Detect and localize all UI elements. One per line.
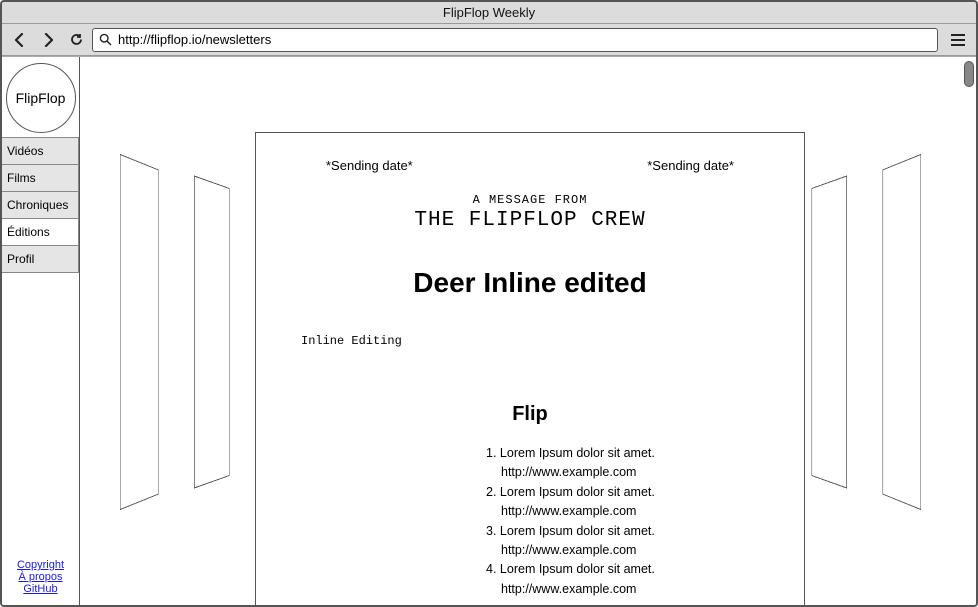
browser-window: FlipFlop Weekly FlipFlop Vidéos Films C: [0, 0, 978, 607]
list-item: 2. Lorem Ipsum dolor sit amet.: [486, 483, 764, 502]
carousel-panel-right-near[interactable]: [812, 175, 847, 488]
nav-item-editions[interactable]: Éditions: [2, 219, 79, 246]
carousel-panel-left-far[interactable]: [120, 154, 159, 510]
footer-link-github[interactable]: GitHub: [5, 583, 76, 595]
window-title: FlipFlop Weekly: [2, 2, 976, 24]
sidebar: FlipFlop Vidéos Films Chroniques Édition…: [2, 57, 80, 605]
logo[interactable]: FlipFlop: [6, 63, 76, 133]
address-bar[interactable]: [92, 28, 938, 52]
nav-item-profil[interactable]: Profil: [2, 246, 79, 273]
footer-link-about[interactable]: À propos: [5, 571, 76, 583]
reload-button[interactable]: [64, 28, 88, 52]
page-content: FlipFlop Vidéos Films Chroniques Édition…: [2, 56, 976, 605]
footer-link-copyright[interactable]: Copyright: [5, 559, 76, 571]
carousel-panel-left-near[interactable]: [194, 175, 229, 488]
newsletter-title[interactable]: Deer Inline edited: [296, 267, 764, 299]
hamburger-menu-button[interactable]: [946, 28, 970, 52]
list-item-url[interactable]: http://www.example.com: [486, 580, 764, 599]
sending-date-row: *Sending date* *Sending date*: [296, 158, 764, 173]
back-button[interactable]: [8, 28, 32, 52]
list-item-url[interactable]: http://www.example.com: [486, 463, 764, 482]
url-input[interactable]: [118, 32, 931, 47]
list-item: 4. Lorem Ipsum dolor sit amet.: [486, 560, 764, 579]
list-item-url[interactable]: http://www.example.com: [486, 502, 764, 521]
carousel-panel-right-far[interactable]: [883, 154, 922, 510]
message-from-label: A MESSAGE FROM: [296, 193, 764, 207]
forward-button[interactable]: [36, 28, 60, 52]
list-item: 1. Lorem Ipsum dolor sit amet.: [486, 444, 764, 463]
newsletter-card: *Sending date* *Sending date* A MESSAGE …: [255, 132, 805, 605]
crew-line: THE FLIPFLOP CREW: [296, 209, 764, 232]
browser-toolbar: [2, 24, 976, 56]
main-area: *Sending date* *Sending date* A MESSAGE …: [80, 57, 976, 605]
nav-item-chroniques[interactable]: Chroniques: [2, 192, 79, 219]
nav-item-films[interactable]: Films: [2, 165, 79, 192]
footer-links: Copyright À propos GitHub: [2, 553, 79, 605]
scrollbar[interactable]: [964, 61, 974, 601]
flip-list: 1. Lorem Ipsum dolor sit amet. http://ww…: [296, 444, 764, 599]
sending-date-right: *Sending date*: [647, 158, 734, 173]
inline-editing-label[interactable]: Inline Editing: [301, 334, 764, 348]
nav-item-videos[interactable]: Vidéos: [2, 137, 79, 165]
scrollbar-thumb[interactable]: [964, 61, 974, 87]
list-item: 3. Lorem Ipsum dolor sit amet.: [486, 522, 764, 541]
sending-date-left: *Sending date*: [326, 158, 413, 173]
section-heading-flip: Flip: [296, 403, 764, 426]
nav-list: Vidéos Films Chroniques Éditions Profil: [2, 137, 79, 273]
list-item-url[interactable]: http://www.example.com: [486, 541, 764, 560]
search-icon: [99, 33, 112, 46]
